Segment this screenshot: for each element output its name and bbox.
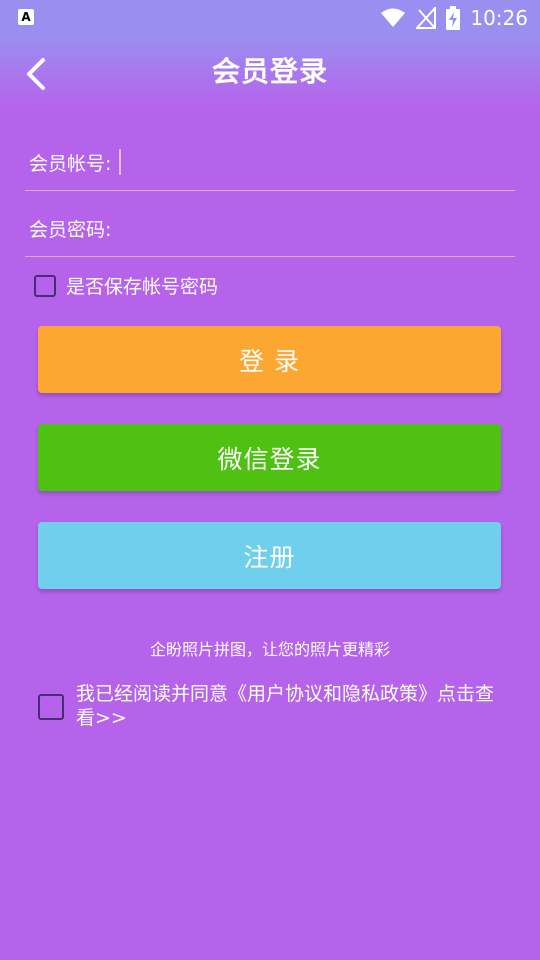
account-row: 会员帐号: (25, 134, 515, 191)
status-time: 10:26 (470, 6, 528, 30)
app-notification-icon: A (18, 9, 34, 25)
agreement-row[interactable]: 我已经阅读并同意《用户协议和隐私政策》点击查看>> (38, 682, 508, 730)
app-bar: 会员登录 (0, 36, 540, 108)
account-input[interactable] (129, 150, 515, 174)
text-cursor (119, 149, 122, 175)
remember-checkbox[interactable] (34, 274, 56, 297)
password-input[interactable] (119, 216, 515, 240)
page-title: 会员登录 (211, 55, 328, 88)
battery-charging-icon (446, 6, 461, 30)
status-bar: A 10:26 (0, 0, 540, 36)
wifi-icon (381, 8, 406, 27)
remember-row[interactable]: 是否保存帐号密码 (34, 272, 218, 299)
wechat-login-button[interactable]: 微信登录 (38, 424, 501, 491)
slogan-text: 企盼照片拼图，让您的照片更精彩 (149, 640, 390, 659)
login-button[interactable]: 登 录 (38, 326, 501, 393)
remember-label: 是否保存帐号密码 (66, 276, 219, 298)
status-icons: 10:26 (380, 0, 528, 36)
account-label: 会员帐号: (29, 152, 112, 175)
agreement-link[interactable]: 我已经阅读并同意《用户协议和隐私政策》点击查看>> (76, 682, 508, 730)
password-row: 会员密码: (25, 200, 515, 257)
password-label: 会员密码: (29, 218, 112, 241)
signal-off-icon (416, 7, 437, 29)
register-button[interactable]: 注册 (38, 522, 501, 589)
agreement-checkbox[interactable] (38, 694, 64, 720)
